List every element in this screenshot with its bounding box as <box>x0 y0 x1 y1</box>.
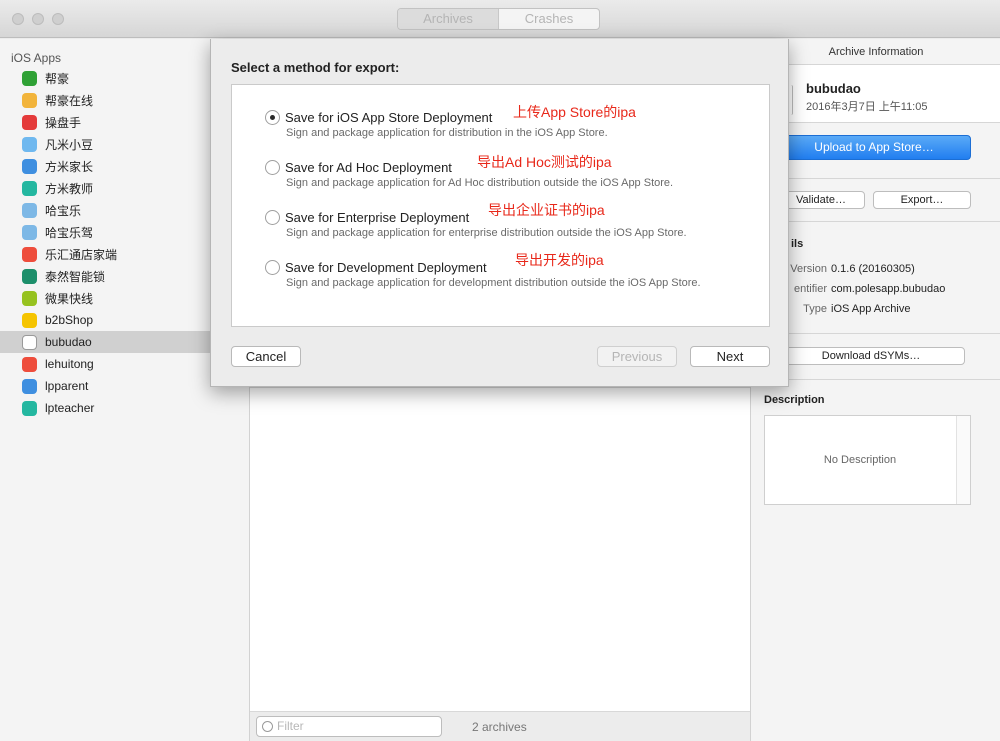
export-method-sheet: Select a method for export: Save for iOS… <box>210 39 789 387</box>
annotation-label: 导出Ad Hoc测试的ipa <box>477 154 612 170</box>
detail-key: Type <box>803 303 827 315</box>
app-icon <box>22 312 37 328</box>
minimize-window-button[interactable] <box>32 13 44 25</box>
export-button[interactable]: Export… <box>873 191 971 209</box>
sidebar-item-label: b2bShop <box>45 313 94 327</box>
description-scrollbar[interactable] <box>956 416 970 504</box>
app-icon <box>22 224 37 240</box>
details-title: ils <box>791 238 804 250</box>
title-bar: Archives Crashes <box>0 0 1000 38</box>
sidebar-item-label: 哈宝乐 <box>45 203 82 218</box>
filter-input[interactable] <box>277 719 437 733</box>
app-icon <box>22 180 37 196</box>
app-icon <box>22 136 37 152</box>
sidebar-item-label: 泰然智能锁 <box>45 269 106 284</box>
sidebar-item-lpteacher[interactable]: lpteacher <box>0 397 249 419</box>
app-icon <box>22 158 37 174</box>
previous-button[interactable]: Previous <box>597 346 677 367</box>
sheet-title: Select a method for export: <box>231 60 400 75</box>
app-icon <box>22 268 37 284</box>
sidebar-item-label: 微果快线 <box>45 291 94 306</box>
app-icon <box>22 70 37 86</box>
archives-count: 2 archives <box>472 720 527 734</box>
description-title: Description <box>764 394 825 406</box>
option-description: Sign and package application for enterpr… <box>286 227 687 239</box>
sidebar-item-label: bubudao <box>45 335 92 349</box>
radio-button[interactable] <box>265 260 280 275</box>
sidebar-title: iOS Apps <box>11 51 62 65</box>
sidebar-item-label: 帮豪在线 <box>45 93 94 108</box>
zoom-window-button[interactable] <box>52 13 64 25</box>
download-dsyms-button[interactable]: Download dSYMs… <box>777 347 965 365</box>
archive-name: bubudao <box>806 81 861 96</box>
annotation-label: 导出开发的ipa <box>515 252 604 268</box>
filter-field[interactable] <box>256 716 442 737</box>
app-icon <box>22 202 37 218</box>
close-window-button[interactable] <box>12 13 24 25</box>
sidebar-item-label: lpteacher <box>45 401 95 415</box>
option-title: Save for Development Deployment <box>285 260 487 275</box>
cancel-button[interactable]: Cancel <box>231 346 301 367</box>
sidebar-item-label: 方米教师 <box>45 181 94 196</box>
tab-crashes[interactable]: Crashes <box>499 9 599 29</box>
app-icon <box>22 246 37 262</box>
app-icon <box>22 400 37 416</box>
sidebar-item-label: lehuitong <box>45 357 94 371</box>
app-icon <box>22 290 37 306</box>
radio-button[interactable] <box>265 160 280 175</box>
sidebar-item-label: 方米家长 <box>45 159 94 174</box>
annotation-label: 上传App Store的ipa <box>513 104 636 120</box>
export-options-box: Save for iOS App Store Deployment Sign a… <box>231 84 770 327</box>
description-placeholder: No Description <box>823 454 897 466</box>
option-title: Save for Ad Hoc Deployment <box>285 160 452 175</box>
radio-button[interactable] <box>265 210 280 225</box>
archives-list[interactable] <box>250 387 750 712</box>
detail-value: com.polesapp.bubudao <box>831 283 946 295</box>
tab-archives[interactable]: Archives <box>398 9 499 29</box>
app-icon <box>22 378 37 394</box>
search-icon <box>262 721 273 732</box>
app-icon <box>22 92 37 108</box>
sidebar-item-label: 乐汇通店家端 <box>45 247 118 262</box>
next-button[interactable]: Next <box>690 346 770 367</box>
annotation-label: 导出企业证书的ipa <box>488 202 605 218</box>
app-icon <box>22 114 37 130</box>
option-description: Sign and package application for develop… <box>286 277 701 289</box>
radio-button[interactable] <box>265 110 280 125</box>
sidebar-item-label: 哈宝乐驾 <box>45 225 94 240</box>
sidebar-item-label: 操盘手 <box>45 115 82 130</box>
archive-date: 2016年3月7日 上午11:05 <box>806 101 928 113</box>
detail-value: 0.1.6 (20160305) <box>831 263 915 275</box>
app-icon <box>22 356 37 372</box>
sidebar-item-label: lpparent <box>45 379 89 393</box>
option-title: Save for Enterprise Deployment <box>285 210 470 225</box>
validate-button[interactable]: Validate… <box>777 191 865 209</box>
upload-to-app-store-button[interactable]: Upload to App Store… <box>777 135 971 160</box>
view-segmented-control: Archives Crashes <box>397 8 600 30</box>
description-field[interactable]: No Description <box>764 415 971 505</box>
option-description: Sign and package application for distrib… <box>286 127 608 139</box>
sidebar-item-label: 帮豪 <box>45 71 70 86</box>
option-description: Sign and package application for Ad Hoc … <box>286 177 674 189</box>
sidebar-item-label: 凡米小豆 <box>45 137 94 152</box>
option-title: Save for iOS App Store Deployment <box>285 110 493 125</box>
app-icon <box>22 334 37 350</box>
detail-key: entifier <box>793 283 827 295</box>
detail-value: iOS App Archive <box>831 303 911 315</box>
detail-key: Version <box>790 263 827 275</box>
